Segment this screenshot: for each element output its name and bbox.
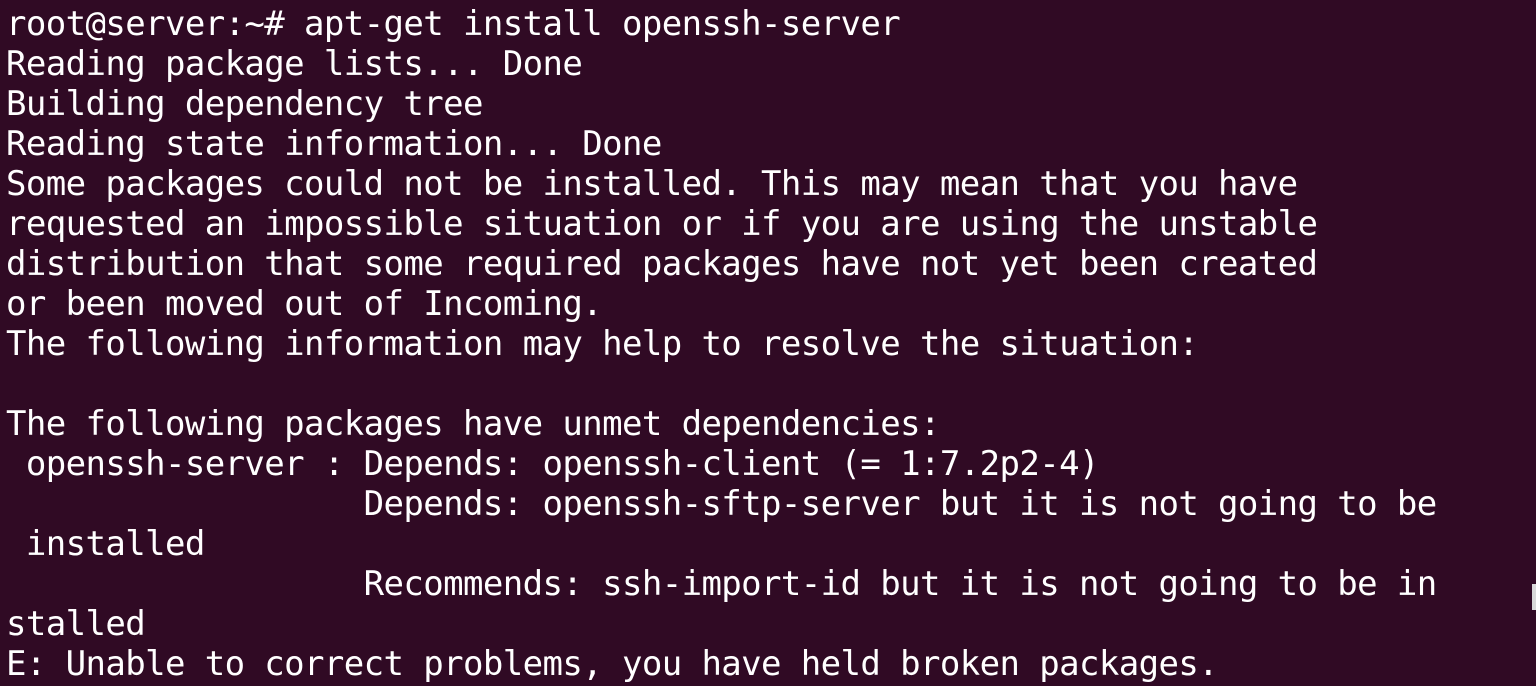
- terminal-output-line: Depends: openssh-sftp-server but it is n…: [6, 484, 1438, 524]
- terminal-output-line: installed: [6, 524, 205, 564]
- terminal-output-line: Recommends: ssh-import-id but it is not …: [6, 564, 1438, 604]
- terminal-output-line: Reading state information... Done: [6, 124, 662, 164]
- terminal-output-line: distribution that some required packages…: [6, 244, 1318, 284]
- terminal-output-line: or been moved out of Incoming.: [6, 284, 603, 324]
- terminal-output-line: The following packages have unmet depend…: [6, 404, 940, 444]
- terminal-output-line: Building dependency tree: [6, 84, 483, 124]
- terminal-command-line: root@server:~# apt-get install openssh-s…: [6, 4, 901, 44]
- terminal-output-line: The following information may help to re…: [6, 324, 1199, 364]
- terminal-output-line: Reading package lists... Done: [6, 44, 583, 84]
- terminal-output-line: stalled: [6, 604, 146, 644]
- terminal-window[interactable]: root@server:~# apt-get install openssh-s…: [0, 0, 1536, 686]
- terminal-output-line: Some packages could not be installed. Th…: [6, 164, 1298, 204]
- terminal-output-line: requested an impossible situation or if …: [6, 204, 1318, 244]
- scrollbar-edge[interactable]: [1532, 584, 1536, 610]
- terminal-error-line: E: Unable to correct problems, you have …: [6, 644, 1219, 684]
- terminal-output-line: openssh-server : Depends: openssh-client…: [6, 444, 1100, 484]
